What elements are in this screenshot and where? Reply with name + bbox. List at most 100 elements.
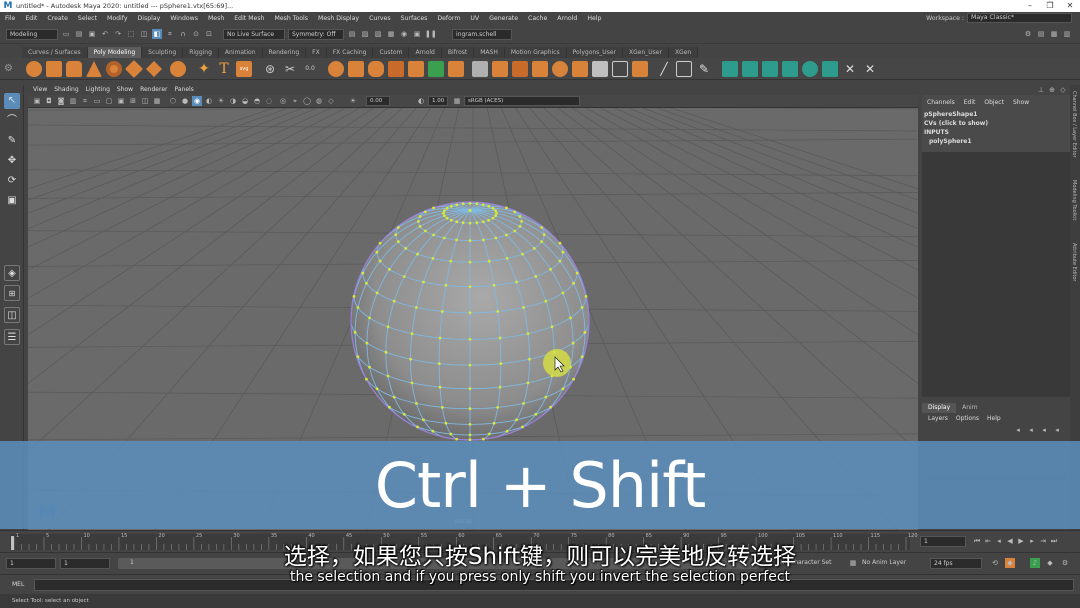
vertex[interactable] bbox=[487, 259, 491, 263]
side-tab-channel-box[interactable]: Channel Box / Layer Editor bbox=[1071, 91, 1077, 158]
new-scene-icon[interactable]: ▭ bbox=[61, 29, 71, 39]
ipr-icon[interactable]: ▧ bbox=[373, 29, 383, 39]
boolean-union-icon[interactable] bbox=[328, 61, 344, 77]
vertex[interactable] bbox=[475, 202, 479, 206]
edit-menu[interactable]: Edit bbox=[964, 99, 976, 106]
grid-icon[interactable]: ⌗ bbox=[80, 96, 90, 106]
vertex[interactable] bbox=[440, 310, 444, 313]
vertex[interactable] bbox=[505, 257, 509, 260]
vertex[interactable] bbox=[580, 306, 584, 309]
vertex[interactable] bbox=[386, 374, 390, 378]
menu-uv[interactable]: UV bbox=[465, 15, 484, 22]
vertex[interactable] bbox=[378, 241, 382, 245]
snap-view-icon[interactable]: ⊡ bbox=[204, 29, 214, 39]
vertex[interactable] bbox=[558, 241, 562, 245]
select-hierarchy-icon[interactable]: ⬚ bbox=[126, 29, 136, 39]
safe-title-icon[interactable]: ▦ bbox=[152, 96, 162, 106]
vertex[interactable] bbox=[571, 341, 575, 345]
menu-edit[interactable]: Edit bbox=[20, 15, 42, 22]
modeling-toolkit-icon[interactable]: ⚙ bbox=[1023, 29, 1033, 39]
shelf-tab[interactable]: Bifrost bbox=[441, 47, 475, 58]
smooth-shade-icon[interactable]: ● bbox=[180, 96, 190, 106]
channel-box-icon-b[interactable]: ⊕ bbox=[1047, 85, 1057, 95]
vertex[interactable] bbox=[422, 418, 425, 422]
vertex[interactable] bbox=[422, 280, 425, 284]
vertex[interactable] bbox=[438, 336, 442, 340]
vertex[interactable] bbox=[442, 236, 446, 240]
shelf-tab[interactable]: XGen_User bbox=[623, 47, 669, 58]
live-surface-field[interactable]: No Live Surface bbox=[223, 28, 285, 40]
menu-cache[interactable]: Cache bbox=[523, 15, 552, 22]
vertex[interactable] bbox=[572, 377, 575, 381]
vertex[interactable] bbox=[375, 250, 379, 254]
xray-joints-icon[interactable]: ◍ bbox=[314, 96, 324, 106]
motion-blur-icon[interactable]: ◓ bbox=[252, 96, 262, 106]
vertex[interactable] bbox=[561, 250, 565, 254]
exposure-field[interactable]: 0.00 bbox=[366, 96, 390, 106]
vertex[interactable] bbox=[494, 236, 498, 240]
vertex[interactable] bbox=[416, 425, 419, 429]
vertex[interactable] bbox=[494, 214, 497, 218]
vertex[interactable] bbox=[388, 405, 391, 409]
menu-help[interactable]: Help bbox=[582, 15, 606, 22]
shelf-tab[interactable]: Sculpting bbox=[142, 47, 184, 58]
menu-mesh-display[interactable]: Mesh Display bbox=[313, 15, 364, 22]
vertex[interactable] bbox=[522, 402, 525, 405]
super-shape-icon[interactable]: ✦ bbox=[196, 61, 212, 77]
history-icon[interactable]: ▤ bbox=[347, 29, 357, 39]
restore-icon[interactable]: ❐ bbox=[1040, 0, 1060, 12]
vertex[interactable] bbox=[449, 432, 453, 436]
vertex[interactable] bbox=[561, 387, 565, 391]
vertex[interactable] bbox=[475, 221, 479, 225]
xray-icon[interactable]: ◯ bbox=[302, 96, 312, 106]
vertex[interactable] bbox=[461, 221, 465, 225]
vertex[interactable] bbox=[495, 211, 498, 215]
vertex[interactable] bbox=[443, 209, 446, 213]
gate-mask-icon[interactable]: ▣ bbox=[116, 96, 126, 106]
vertex[interactable] bbox=[384, 350, 388, 354]
vertex[interactable] bbox=[468, 260, 472, 264]
vertex[interactable] bbox=[455, 238, 458, 242]
combine-icon[interactable]: ⊛ bbox=[262, 61, 278, 77]
shelf-tab[interactable]: Motion Graphics bbox=[504, 47, 567, 58]
anti-alias-icon[interactable]: ◌ bbox=[264, 96, 274, 106]
vertex[interactable] bbox=[481, 220, 485, 224]
vertex[interactable] bbox=[444, 421, 448, 425]
symmetry-dropdown[interactable]: Symmetry: Off bbox=[288, 28, 344, 40]
single-pane-icon[interactable]: ◈ bbox=[4, 265, 20, 281]
color-management-icon[interactable]: ▦ bbox=[452, 96, 462, 106]
vertex[interactable] bbox=[368, 365, 371, 369]
snap-point-icon[interactable]: ⊙ bbox=[191, 29, 201, 39]
panel-menu-lighting[interactable]: Lighting bbox=[86, 85, 110, 95]
vertex[interactable] bbox=[492, 421, 496, 425]
menu-create[interactable]: Create bbox=[42, 15, 73, 22]
layer-move-up-icon[interactable]: ◂ bbox=[1013, 425, 1023, 435]
channel-box-icon-a[interactable]: ⊥ bbox=[1036, 85, 1046, 95]
isolate-select-icon[interactable]: ⌖ bbox=[290, 96, 300, 106]
vertex[interactable] bbox=[352, 295, 356, 298]
use-all-lights-icon[interactable]: ☀ bbox=[216, 96, 226, 106]
shelf-tab[interactable]: FX bbox=[306, 47, 327, 58]
poly-sphere-icon[interactable] bbox=[26, 61, 42, 77]
vertex[interactable] bbox=[388, 268, 391, 271]
bridge-icon[interactable] bbox=[408, 61, 424, 77]
vertex[interactable] bbox=[396, 240, 400, 244]
open-scene-icon[interactable]: ▤ bbox=[74, 29, 84, 39]
vertex[interactable] bbox=[498, 336, 502, 340]
vertex[interactable] bbox=[513, 210, 517, 214]
fill-hole-icon[interactable] bbox=[472, 61, 488, 77]
cvs-toggle[interactable]: CVs (click to show) bbox=[924, 119, 1070, 128]
crease-icon[interactable] bbox=[612, 61, 628, 77]
vertex[interactable] bbox=[431, 257, 435, 260]
side-tab-modeling-toolkit[interactable]: Modeling Toolkit bbox=[1071, 180, 1077, 220]
hypershade-icon[interactable]: ◉ bbox=[399, 29, 409, 39]
vertex[interactable] bbox=[468, 202, 472, 205]
vertex[interactable] bbox=[526, 381, 530, 385]
menu-mesh-tools[interactable]: Mesh Tools bbox=[270, 15, 314, 22]
collapse-icon[interactable] bbox=[592, 61, 608, 77]
vertex[interactable] bbox=[410, 332, 414, 336]
vertex[interactable] bbox=[468, 423, 472, 426]
vertex[interactable] bbox=[392, 299, 396, 303]
vertex[interactable] bbox=[468, 311, 472, 315]
vertex[interactable] bbox=[361, 271, 365, 275]
